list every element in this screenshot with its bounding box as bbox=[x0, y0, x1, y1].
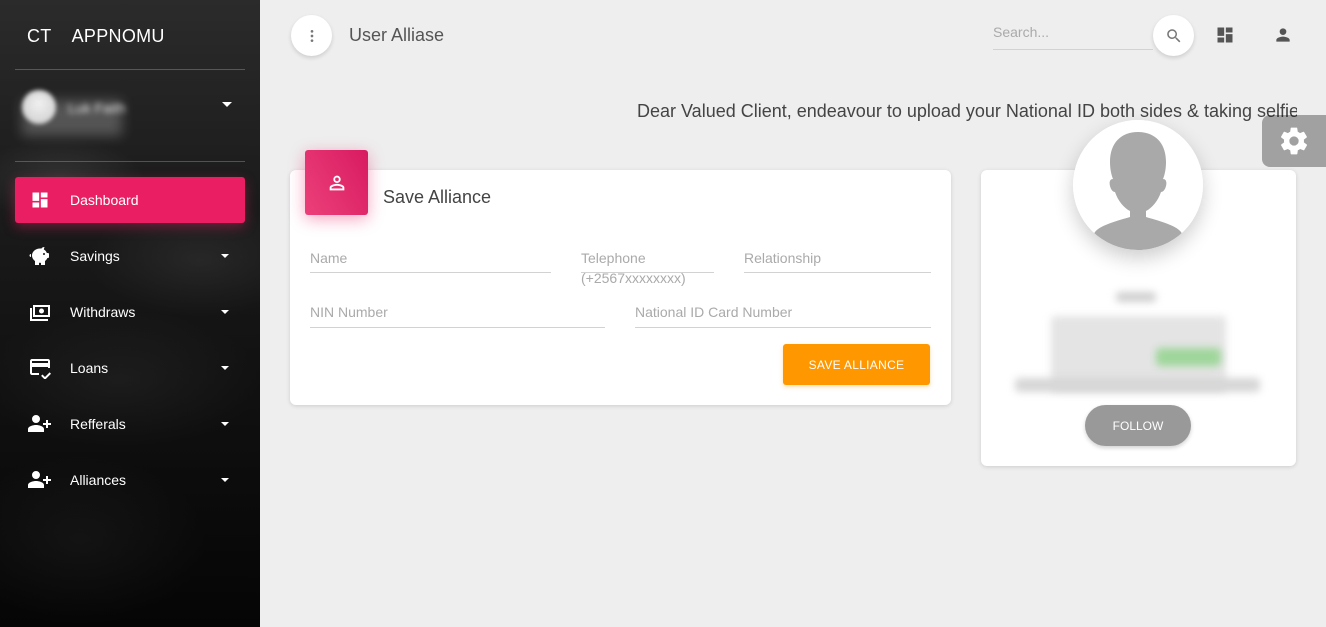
money-icon bbox=[27, 301, 53, 323]
brand-short: CT bbox=[27, 26, 52, 46]
caret-down-icon bbox=[222, 102, 232, 107]
sidebar-item-savings[interactable]: Savings bbox=[15, 233, 245, 279]
person-add-icon bbox=[27, 469, 53, 491]
sidebar-item-label: Dashboard bbox=[70, 192, 139, 208]
nin-label: NIN Number bbox=[310, 304, 388, 320]
dashboard-link[interactable] bbox=[1213, 23, 1237, 47]
brand-logo[interactable]: CT APPNOMU bbox=[27, 26, 165, 47]
more-vert-icon bbox=[310, 29, 313, 42]
account-button[interactable] bbox=[1271, 23, 1295, 47]
telephone-hint: (+2567xxxxxxxx) bbox=[581, 270, 686, 286]
name-label: Name bbox=[310, 250, 348, 266]
follow-button[interactable]: FOLLOW bbox=[1085, 405, 1191, 446]
sidebar-divider bbox=[15, 69, 245, 70]
caret-down-icon bbox=[221, 310, 229, 314]
save-alliance-button[interactable]: SAVE ALLIANCE bbox=[783, 344, 930, 385]
sidebar-item-label: Refferals bbox=[70, 416, 126, 432]
blurred-status-badge bbox=[1156, 348, 1221, 366]
telephone-field[interactable]: Telephone (+2567xxxxxxxx) bbox=[581, 248, 714, 286]
user-profile-toggle[interactable]: Luk Faith bbox=[22, 90, 247, 136]
search-field bbox=[993, 22, 1153, 50]
credit-card-icon bbox=[27, 357, 53, 379]
card-header-icon bbox=[305, 150, 368, 215]
dashboard-icon bbox=[27, 189, 53, 211]
caret-down-icon bbox=[221, 366, 229, 370]
blurred-profile-role bbox=[1116, 292, 1156, 302]
sidebar-minimize-button[interactable] bbox=[291, 15, 332, 56]
relationship-label: Relationship bbox=[744, 250, 822, 266]
sidebar-item-label: Savings bbox=[70, 248, 120, 264]
person-add-icon bbox=[27, 413, 53, 435]
piggy-bank-icon bbox=[27, 245, 53, 267]
sidebar-item-label: Loans bbox=[70, 360, 109, 376]
sidebar-nav: Dashboard Savings Withdraws Loans Reffer… bbox=[15, 177, 245, 513]
person-outline-icon bbox=[329, 175, 344, 190]
national-id-field[interactable]: National ID Card Number bbox=[635, 302, 931, 328]
caret-down-icon bbox=[221, 254, 229, 258]
relationship-field[interactable]: Relationship bbox=[744, 248, 931, 273]
sidebar-item-refferals[interactable]: Refferals bbox=[15, 401, 245, 447]
national-id-label: National ID Card Number bbox=[635, 304, 793, 320]
search-button[interactable] bbox=[1153, 15, 1194, 56]
notice-marquee: Dear Valued Client, endeavour to upload … bbox=[637, 101, 1297, 121]
sidebar-item-label: Alliances bbox=[70, 472, 127, 488]
gear-icon bbox=[1281, 127, 1308, 155]
card-title: Save Alliance bbox=[383, 187, 492, 207]
sidebar-item-dashboard[interactable]: Dashboard bbox=[15, 177, 245, 223]
sidebar-item-withdraws[interactable]: Withdraws bbox=[15, 289, 245, 335]
sidebar-item-loans[interactable]: Loans bbox=[15, 345, 245, 391]
settings-toggle[interactable] bbox=[1262, 115, 1326, 167]
sidebar-item-label: Withdraws bbox=[70, 304, 136, 320]
blurred-profile-text bbox=[1015, 378, 1260, 392]
person-icon bbox=[1276, 28, 1290, 42]
search-input[interactable] bbox=[993, 22, 1153, 42]
caret-down-icon bbox=[221, 478, 229, 482]
dashboard-icon bbox=[1217, 27, 1233, 43]
caret-down-icon bbox=[221, 422, 229, 426]
sidebar: CT APPNOMU Luk Faith Dashboard Savings W… bbox=[0, 0, 260, 627]
nin-field[interactable]: NIN Number bbox=[310, 302, 605, 328]
page-title: User Alliase bbox=[349, 25, 445, 45]
profile-avatar bbox=[1073, 120, 1203, 250]
search-icon bbox=[1166, 28, 1180, 42]
user-name: Luk Faith bbox=[68, 100, 126, 116]
name-field[interactable]: Name bbox=[310, 248, 551, 273]
sidebar-item-alliances[interactable]: Alliances bbox=[15, 457, 245, 503]
sidebar-divider bbox=[15, 161, 245, 162]
telephone-label: Telephone bbox=[581, 250, 646, 266]
default-avatar-icon bbox=[1073, 120, 1203, 250]
brand-name: APPNOMU bbox=[71, 26, 165, 46]
